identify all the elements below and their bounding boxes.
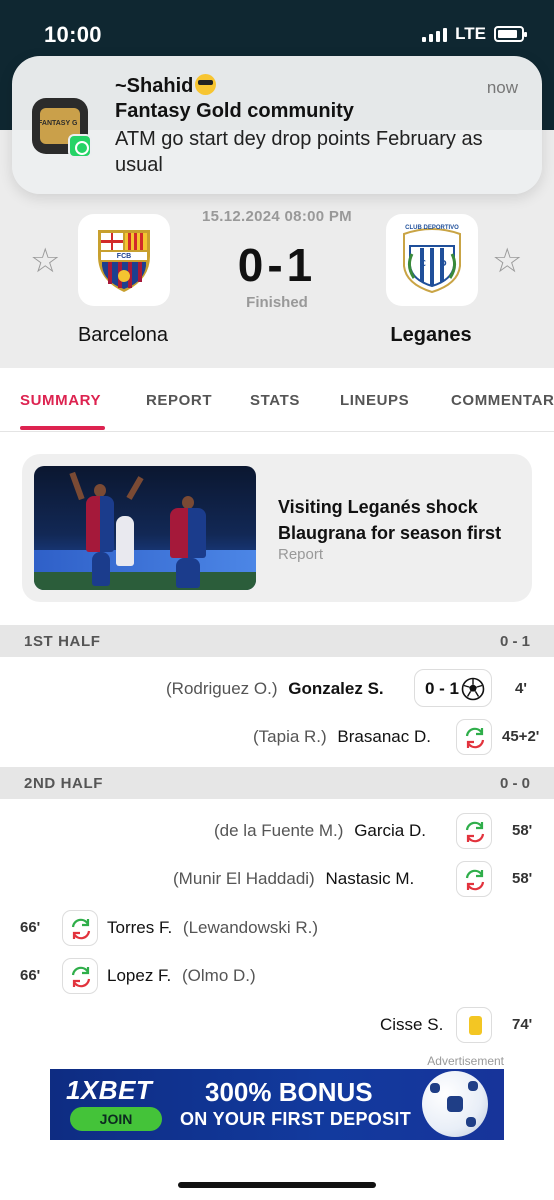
status-bar: 10:00 LTE <box>0 0 554 62</box>
battery-icon <box>494 26 527 42</box>
notification-sender-row: ~Shahid <box>115 74 217 98</box>
leganes-crest-icon: C D <box>403 228 461 294</box>
soccer-ball-icon <box>422 1071 488 1137</box>
signal-icon <box>422 26 448 42</box>
event-minute: 66' <box>20 919 41 936</box>
ad-join-button[interactable]: JOIN <box>70 1107 162 1131</box>
away-team-name[interactable]: Leganes <box>331 324 531 347</box>
event-substitution[interactable]: 66' Lopez F. (Olmo D.) <box>0 956 554 996</box>
ad-headline: 300% BONUS <box>205 1077 373 1107</box>
event-goal[interactable]: (Rodriguez O.) Gonzalez S. 0 - 1 4' <box>0 669 554 709</box>
event-minute: 4' <box>515 680 527 697</box>
event-minute: 58' <box>512 822 533 839</box>
event-sub-out: (Olmo D.) <box>182 966 256 985</box>
second-half-label: 2ND HALF <box>24 775 103 792</box>
tab-lineups[interactable]: LINEUPS <box>340 392 409 409</box>
substitution-icon <box>456 861 492 897</box>
second-half-header: 2ND HALF 0 - 0 <box>0 767 554 799</box>
event-substitution[interactable]: (Tapia R.) Brasanac D. 45+2' <box>0 717 554 757</box>
event-sub-in: Nastasic M. <box>325 869 415 888</box>
report-type: Report <box>278 546 324 563</box>
whatsapp-icon <box>68 134 92 158</box>
event-substitution[interactable]: 66' Torres F. (Lewandowski R.) <box>0 908 554 948</box>
event-assist: (Rodriguez O.) <box>166 679 278 698</box>
svg-text:C: C <box>420 259 426 268</box>
tab-report[interactable]: REPORT <box>146 392 212 409</box>
event-player: Gonzalez S. <box>288 679 384 698</box>
substitution-icon <box>62 958 98 994</box>
sunglasses-emoji-icon <box>195 74 217 95</box>
notification-message: ATM go start dey drop points February as… <box>115 128 483 176</box>
away-crest-text: CLUB DEPORTIVO <box>405 225 459 231</box>
first-half-header: 1ST HALF 0 - 1 <box>0 625 554 657</box>
event-sub-in: Torres F. <box>107 918 173 937</box>
active-tab-indicator <box>20 426 105 430</box>
event-sub-in: Brasanac D. <box>337 727 431 746</box>
event-minute: 74' <box>512 1016 533 1033</box>
advertisement-banner[interactable]: 1XBET JOIN 300% BONUS ON YOUR FIRST DEPO… <box>50 1069 504 1140</box>
home-team-name[interactable]: Barcelona <box>23 324 223 347</box>
substitution-icon <box>456 813 492 849</box>
whatsapp-notification[interactable]: FANTASY G ~Shahid Fantasy Gold community… <box>12 56 542 194</box>
home-indicator[interactable] <box>178 1182 376 1188</box>
match-tabs: SUMMARY REPORT STATS LINEUPS COMMENTARY <box>0 368 554 432</box>
report-thumbnail <box>34 466 256 590</box>
ad-brand: 1XBET <box>66 1075 153 1105</box>
event-substitution[interactable]: (Munir El Haddadi) Nastasic M. 58' <box>0 859 554 899</box>
yellow-card-icon <box>456 1007 492 1043</box>
advertisement-label: Advertisement <box>427 1054 504 1068</box>
svg-text:D: D <box>440 259 447 268</box>
event-minute: 66' <box>20 967 41 984</box>
notification-group: Fantasy Gold community <box>115 100 354 122</box>
event-minute: 45+2' <box>502 728 540 745</box>
event-sub-out: (Munir El Haddadi) <box>173 869 315 888</box>
tab-summary[interactable]: SUMMARY <box>20 392 101 409</box>
goal-score-box: 0 - 1 <box>414 669 492 707</box>
status-time: 10:00 <box>44 22 102 47</box>
event-sub-in: Garcia D. <box>354 821 426 840</box>
event-player: Cisse S. <box>380 1015 444 1034</box>
event-minute: 58' <box>512 870 533 887</box>
report-title: Visiting Leganés shock Blaugrana for sea… <box>278 497 502 543</box>
network-label: LTE <box>455 24 486 43</box>
event-sub-in: Lopez F. <box>107 966 172 985</box>
second-half-score: 0 - 0 <box>499 775 530 792</box>
event-sub-out: (Lewandowski R.) <box>182 918 319 937</box>
event-sub-out: (de la Fuente M.) <box>214 821 344 840</box>
event-yellow-card[interactable]: Cisse S. 74' <box>0 1005 554 1045</box>
away-team-logo[interactable]: C D CLUB DEPORTIVO <box>386 214 478 306</box>
avatar-text: FANTASY G <box>38 120 78 127</box>
tab-commentary[interactable]: COMMENTARY <box>451 392 554 409</box>
event-substitution[interactable]: (de la Fuente M.) Garcia D. 58' <box>0 811 554 851</box>
substitution-icon <box>456 719 492 755</box>
report-card[interactable]: Visiting Leganés shock Blaugrana for sea… <box>22 454 532 602</box>
soccer-ball-icon <box>461 677 485 701</box>
event-sub-out: (Tapia R.) <box>253 727 327 746</box>
first-half-score: 0 - 1 <box>499 633 530 650</box>
ad-subline: ON YOUR FIRST DEPOSIT <box>180 1109 411 1129</box>
substitution-icon <box>62 910 98 946</box>
goal-running-score: 0 - 1 <box>425 679 460 698</box>
notification-time: now <box>486 78 518 97</box>
notification-sender: ~Shahid <box>115 75 194 97</box>
tab-stats[interactable]: STATS <box>250 392 300 409</box>
first-half-label: 1ST HALF <box>24 633 101 650</box>
